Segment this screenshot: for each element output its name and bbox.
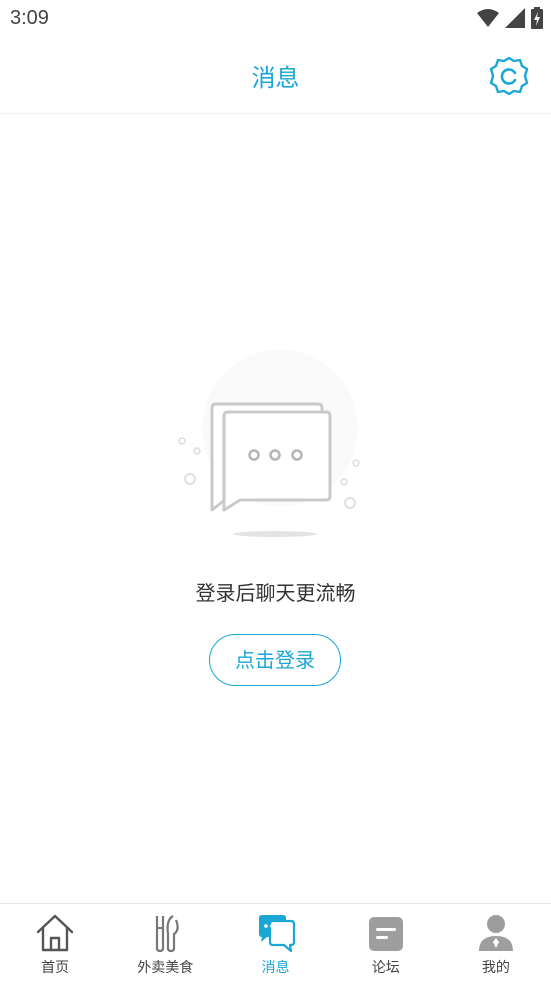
status-icons — [477, 7, 543, 29]
nav-item-messages[interactable]: 消息 — [220, 904, 330, 981]
profile-icon — [478, 915, 513, 951]
nav-label-messages: 消息 — [261, 960, 290, 976]
empty-chat-illustration — [170, 338, 390, 548]
nav-label-profile: 我的 — [481, 960, 510, 976]
utensils-icon — [156, 915, 179, 953]
nav-label-forum: 论坛 — [371, 960, 400, 976]
forum-icon — [368, 917, 403, 951]
bottom-nav: 首页 外卖美食 消息 论坛 我的 — [0, 903, 551, 981]
gear-icon — [489, 56, 529, 96]
home-icon — [36, 914, 74, 952]
chat-bubbles-illustration — [178, 350, 360, 537]
wifi-icon — [477, 9, 499, 27]
nav-label-food: 外卖美食 — [137, 960, 194, 976]
login-button[interactable]: 点击登录 — [209, 634, 341, 686]
page-title: 消息 — [251, 64, 300, 92]
empty-state-message: 登录后聊天更流畅 — [195, 581, 356, 605]
nav-item-forum[interactable]: 论坛 — [331, 904, 441, 981]
nav-item-home[interactable]: 首页 — [0, 904, 110, 981]
nav-label-home: 首页 — [41, 960, 70, 976]
settings-button[interactable] — [489, 56, 529, 96]
header: 消息 — [0, 38, 551, 114]
nav-item-food[interactable]: 外卖美食 — [110, 904, 220, 981]
status-bar: 3:09 — [0, 0, 551, 38]
nav-item-profile[interactable]: 我的 — [441, 904, 551, 981]
signal-icon — [505, 8, 525, 28]
battery-icon — [531, 7, 543, 29]
chat-icon — [258, 915, 295, 953]
status-time: 3:09 — [10, 7, 49, 29]
